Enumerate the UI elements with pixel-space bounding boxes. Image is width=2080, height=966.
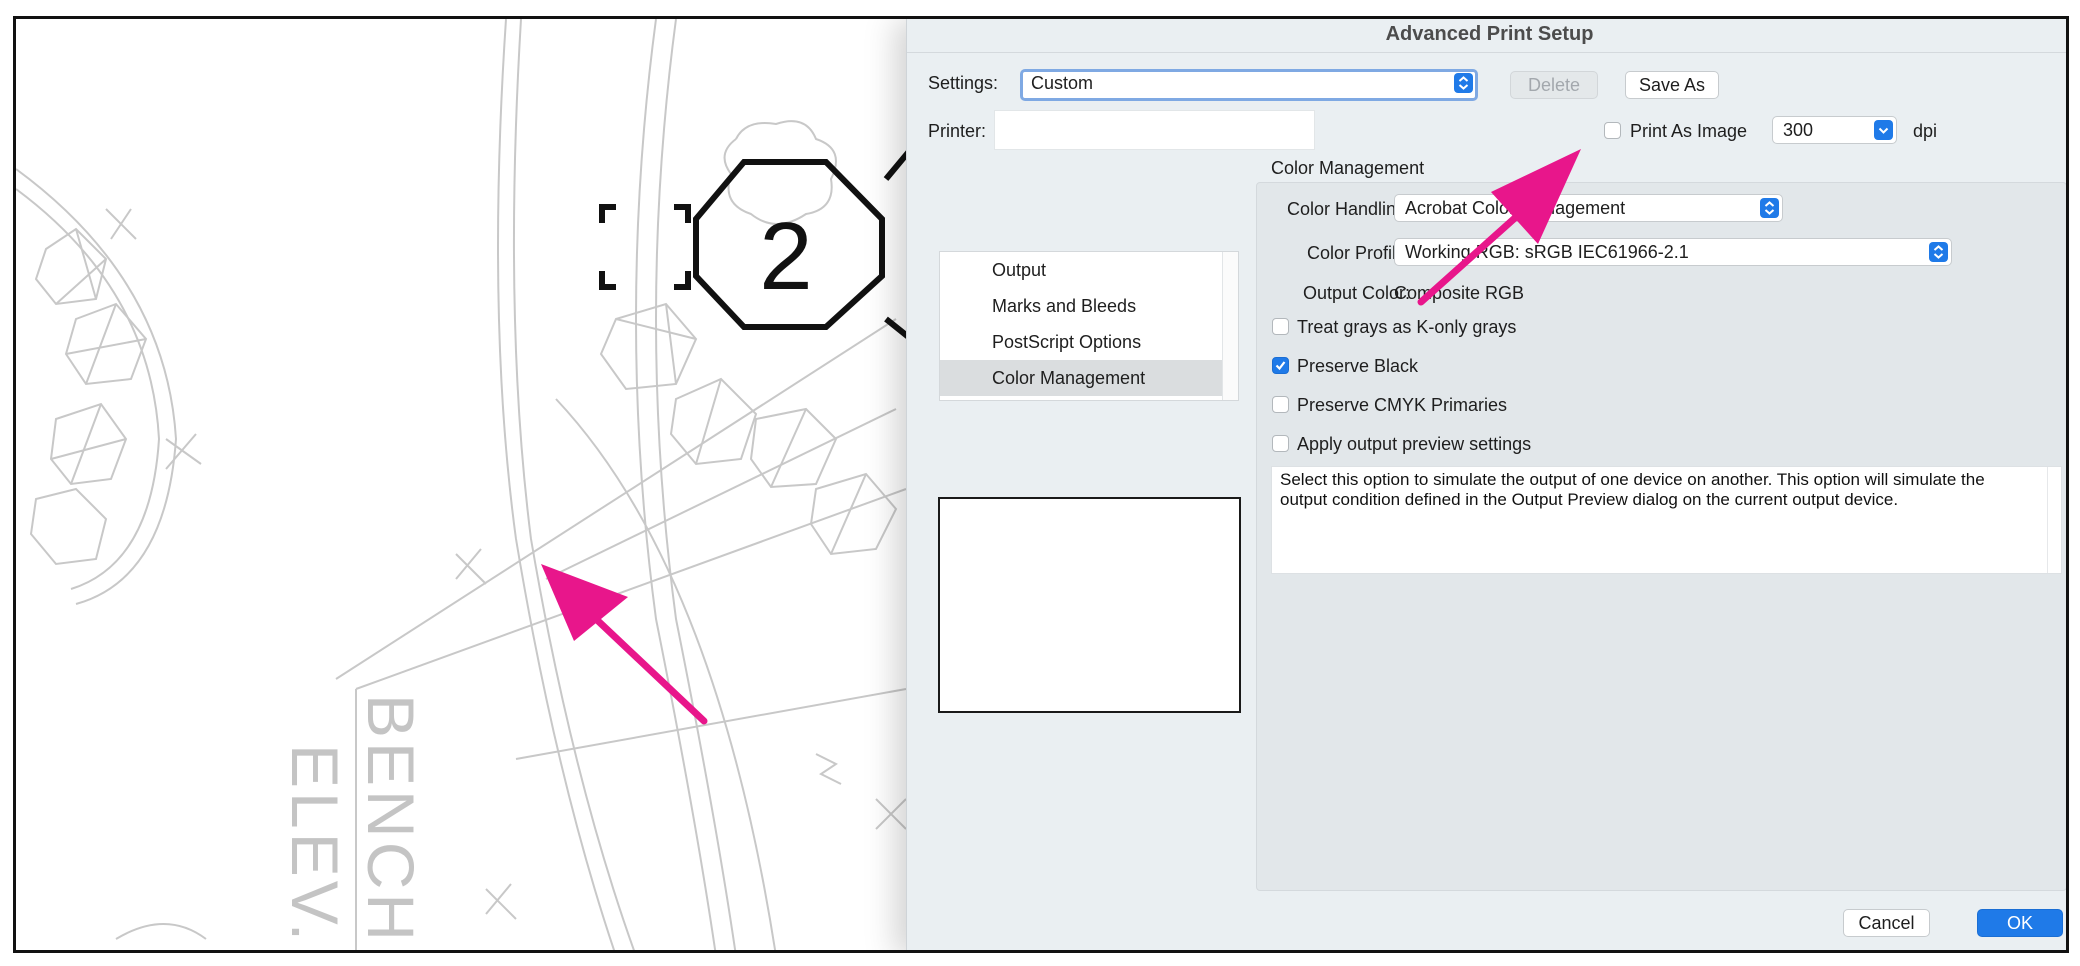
screenshot-frame: 2 BENCH ELEV. Advanced Print Setup Setti…: [13, 16, 2069, 953]
apply-output-preview-checkbox[interactable]: [1272, 435, 1289, 452]
save-as-button[interactable]: Save As: [1625, 71, 1719, 99]
cancel-button[interactable]: Cancel: [1843, 909, 1930, 937]
dpi-value: 300: [1783, 120, 1814, 140]
delete-button[interactable]: Delete: [1510, 71, 1598, 99]
color-handling-select[interactable]: Acrobat Color Management: [1394, 194, 1783, 222]
description-text: Select this option to simulate the outpu…: [1280, 470, 1985, 509]
advanced-print-setup-dialog: Advanced Print Setup Settings: Custom De…: [906, 19, 2066, 950]
settings-label: Settings:: [928, 73, 999, 93]
printer-field[interactable]: [994, 110, 1315, 150]
category-output[interactable]: Output: [940, 252, 1222, 288]
treat-grays-label: Treat grays as K-only grays: [1297, 317, 1517, 337]
checkmark-icon: [1275, 361, 1286, 371]
dpi-unit-label: dpi: [1913, 121, 1938, 141]
color-handling-value: Acrobat Color Management: [1405, 198, 1626, 218]
category-label: PostScript Options: [992, 332, 1142, 352]
category-postscript-options[interactable]: PostScript Options: [940, 324, 1222, 360]
up-down-chevron-icon: [1929, 242, 1948, 262]
section-title: Color Management: [1271, 158, 1425, 178]
color-profile-value: Working RGB: sRGB IEC61966-2.1: [1405, 242, 1689, 262]
category-marks-and-bleeds[interactable]: Marks and Bleeds: [940, 288, 1222, 324]
color-profile-select[interactable]: Working RGB: sRGB IEC61966-2.1: [1394, 238, 1952, 266]
preserve-black-checkbox[interactable]: [1272, 357, 1289, 374]
preserve-black-label: Preserve Black: [1297, 356, 1419, 376]
up-down-chevron-icon: [1760, 198, 1779, 218]
settings-select[interactable]: Custom: [1020, 69, 1478, 101]
output-color-value: Composite RGB: [1394, 283, 1525, 303]
drawing-text-elev: ELEV.: [278, 744, 352, 945]
print-as-image-label: Print As Image: [1630, 121, 1748, 141]
category-color-management[interactable]: Color Management: [940, 360, 1222, 396]
printer-label: Printer:: [928, 121, 987, 141]
preserve-cmyk-label: Preserve CMYK Primaries: [1297, 395, 1508, 415]
settings-value: Custom: [1031, 73, 1094, 93]
apply-output-preview-label: Apply output preview settings: [1297, 434, 1532, 454]
color-handling-label: Color Handling:: [1287, 199, 1412, 219]
treat-grays-checkbox[interactable]: [1272, 318, 1289, 335]
print-as-image-checkbox[interactable]: [1604, 122, 1621, 139]
preview-box: [938, 497, 1241, 713]
chevron-down-icon: [1874, 120, 1893, 140]
dpi-select[interactable]: 300: [1772, 116, 1897, 144]
category-scrollbar[interactable]: [1222, 252, 1238, 400]
ok-button[interactable]: OK: [1977, 909, 2063, 937]
category-label: Output: [992, 260, 1047, 280]
dialog-title: Advanced Print Setup: [907, 19, 2066, 53]
up-down-chevron-icon: [1454, 73, 1473, 93]
category-list: Output Marks and Bleeds PostScript Optio…: [939, 251, 1239, 401]
preserve-cmyk-checkbox[interactable]: [1272, 396, 1289, 413]
description-scrollbar[interactable]: [2047, 467, 2061, 573]
category-label: Marks and Bleeds: [992, 296, 1137, 316]
category-label: Color Management: [992, 368, 1146, 388]
drawing-text-bench: BENCH: [354, 694, 428, 945]
drawing-tag-number: 2: [759, 203, 812, 310]
description-text-area: Select this option to simulate the outpu…: [1271, 466, 2062, 574]
